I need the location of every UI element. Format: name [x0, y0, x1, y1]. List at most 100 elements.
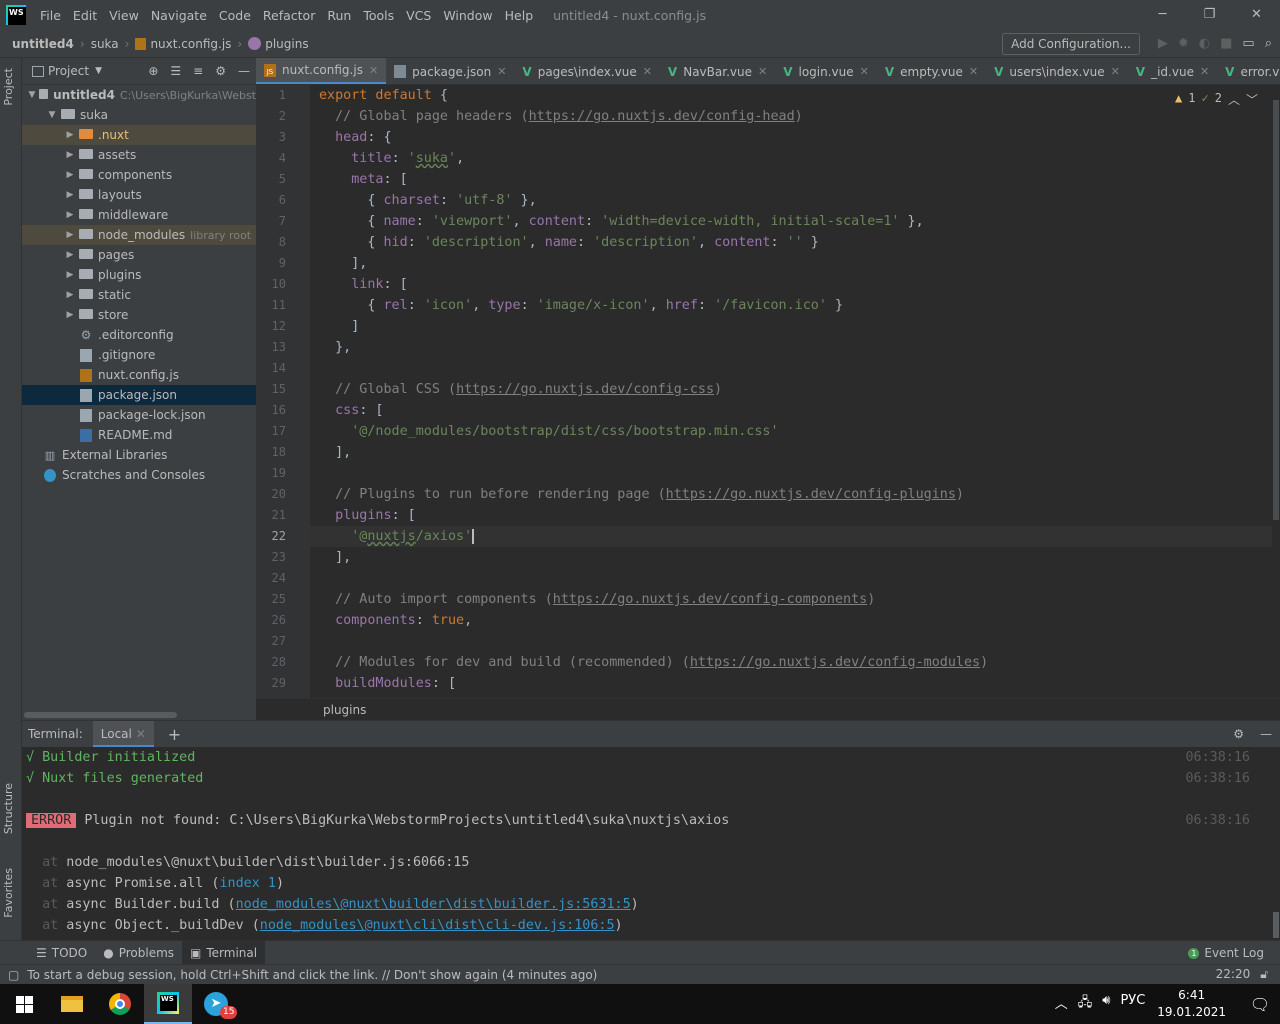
inspection-widget[interactable]: ▲ 1 ✓ 2 ︿ ﹀ [1175, 91, 1258, 108]
close-icon[interactable]: ✕ [1111, 65, 1120, 78]
status-toggle-icon[interactable]: ▢ [8, 968, 19, 982]
tree-item[interactable]: ▶ node_modules library root [22, 225, 256, 245]
close-icon[interactable]: ✕ [969, 65, 978, 78]
tree-item[interactable]: ▶ components [22, 165, 256, 185]
menu-code[interactable]: Code [213, 8, 257, 23]
gear-icon[interactable]: ⚙ [215, 64, 226, 78]
close-icon[interactable]: ✕ [1200, 65, 1209, 78]
structure-tool-tab[interactable]: Structure [2, 783, 15, 834]
lock-icon[interactable]: 🔓︎ [1260, 967, 1268, 982]
tree-item[interactable]: Scratches and Consoles [22, 465, 256, 485]
tree-item[interactable]: ▶ middleware [22, 205, 256, 225]
crumb-folder[interactable]: suka [91, 37, 119, 51]
locate-icon[interactable]: ⊕ [148, 64, 158, 78]
notifications-icon[interactable]: 🗨︎ [1240, 995, 1280, 1014]
favorites-tool-tab[interactable]: Favorites [2, 868, 15, 918]
tree-item[interactable]: package.json [22, 385, 256, 405]
hide-icon[interactable]: — [1260, 727, 1272, 741]
collapse-all-icon[interactable]: ≡ [193, 64, 203, 78]
editor-tab[interactable]: Verror.vue✕ [1217, 58, 1280, 84]
todo-tool-button[interactable]: ☰ TODO [28, 941, 95, 965]
crumb-project[interactable]: untitled4 [12, 37, 74, 51]
menu-refactor[interactable]: Refactor [257, 8, 321, 23]
stop-icon[interactable]: ■ [1220, 36, 1232, 51]
tree-item[interactable]: ▶ layouts [22, 185, 256, 205]
tree-item[interactable]: ▼ suka [22, 105, 256, 125]
crumb-file[interactable]: nuxt.config.js [150, 37, 231, 51]
close-icon[interactable]: ✕ [136, 727, 146, 741]
tree-item[interactable]: ▶ store [22, 305, 256, 325]
taskbar-explorer[interactable] [48, 984, 96, 1024]
editor-tab[interactable]: V _id.vue ✕ [1128, 58, 1217, 84]
coverage-icon[interactable]: ◐ [1199, 36, 1210, 51]
editor-tab[interactable]: JS nuxt.config.js ✕ [256, 58, 387, 84]
chevron-right-icon[interactable]: ▶ [64, 210, 76, 220]
tree-item[interactable]: ▶ pages [22, 245, 256, 265]
tree-item[interactable]: nuxt.config.js [22, 365, 256, 385]
search-icon[interactable]: ⌕ [1265, 36, 1272, 51]
close-button[interactable]: ✕ [1233, 0, 1280, 30]
terminal-output[interactable]: √ Builder initialized 06:38:16 √ Nuxt fil… [22, 747, 1272, 940]
chevron-right-icon[interactable]: ▶ [64, 170, 76, 180]
editor-tab[interactable]: Vusers\index.vue ✕ [986, 58, 1128, 84]
network-icon[interactable]: 🖧︎ [1078, 993, 1093, 1015]
chevron-right-icon[interactable]: ▶ [64, 150, 76, 160]
close-icon[interactable]: ✕ [497, 65, 506, 78]
tree-item[interactable]: ▶ assets [22, 145, 256, 165]
project-tool-tab[interactable]: Project [2, 68, 15, 106]
chevron-right-icon[interactable]: ▶ [64, 270, 76, 280]
chevron-right-icon[interactable]: ▶ [64, 250, 76, 260]
volume-icon[interactable]: 🔊︎ [1102, 993, 1110, 1015]
chevron-right-icon[interactable]: ▶ [64, 190, 76, 200]
terminal-tool-button[interactable]: ▣ Terminal [182, 940, 266, 965]
tree-item[interactable]: README.md [22, 425, 256, 445]
tree-item[interactable]: ▶ .nuxt [22, 125, 256, 145]
chevron-right-icon[interactable]: ▶ [64, 310, 76, 320]
clock[interactable]: 6:41 19.01.2021 [1157, 987, 1226, 1021]
menu-tools[interactable]: Tools [357, 8, 400, 23]
chevron-up-icon[interactable]: ︿ [1055, 993, 1068, 1015]
tree-item[interactable]: ⚙ .editorconfig [22, 325, 256, 345]
chevron-right-icon[interactable]: ▶ [64, 130, 76, 140]
minimize-button[interactable]: ─ [1139, 0, 1186, 30]
chevron-right-icon[interactable]: ▶ [64, 290, 76, 300]
run-icon[interactable]: ▶ [1158, 36, 1168, 51]
menu-edit[interactable]: Edit [67, 8, 103, 23]
editor-tab[interactable]: Vlogin.vue ✕ [775, 58, 877, 84]
chevron-up-icon[interactable]: ︿ [1228, 91, 1240, 108]
tree-item[interactable]: package-lock.json [22, 405, 256, 425]
editor-tab[interactable]: V NavBar.vue ✕ [660, 58, 775, 84]
tree-item[interactable]: .gitignore [22, 345, 256, 365]
tree-item[interactable]: ▼ untitled4 C:\Users\BigKurka\Webst [22, 85, 256, 105]
expand-all-icon[interactable]: ☰ [170, 64, 181, 78]
problems-tool-button[interactable]: ● Problems [95, 941, 182, 965]
start-button[interactable] [0, 984, 48, 1024]
tree-item[interactable]: ▶ plugins [22, 265, 256, 285]
stack-line[interactable]: at async Builder.build (node_modules\@nu… [22, 894, 1272, 915]
chevron-right-icon[interactable]: ▶ [64, 230, 76, 240]
menu-view[interactable]: View [103, 8, 145, 23]
menu-navigate[interactable]: Navigate [145, 8, 213, 23]
editor-tab[interactable]: Vpages\index.vue ✕ [514, 58, 660, 84]
tree-item[interactable]: ▥ External Libraries [22, 445, 256, 465]
editor-tab[interactable]: package.json ✕ [386, 58, 514, 84]
status-message[interactable]: To start a debug session, hold Ctrl+Shif… [27, 968, 597, 982]
hide-icon[interactable]: — [238, 64, 250, 78]
new-terminal-button[interactable]: + [168, 725, 181, 744]
chevron-down-icon[interactable]: ﹀ [1246, 91, 1258, 108]
event-log-button[interactable]: 1 Event Log [1188, 941, 1264, 965]
close-icon[interactable]: ✕ [643, 65, 652, 78]
taskbar-chrome[interactable] [96, 984, 144, 1024]
menu-vcs[interactable]: VCS [400, 8, 437, 23]
chevron-down-icon[interactable]: ▼ [95, 66, 102, 76]
menu-run[interactable]: Run [321, 8, 357, 23]
project-structure-icon[interactable]: ▭ [1242, 36, 1254, 51]
taskbar-telegram[interactable]: ➤ 15 [192, 984, 240, 1024]
taskbar-webstorm[interactable] [144, 984, 192, 1024]
editor-scroll-thumb[interactable] [1273, 100, 1279, 520]
stack-line[interactable]: at async Object._buildDev (node_modules\… [22, 915, 1272, 936]
close-icon[interactable]: ✕ [860, 65, 869, 78]
chevron-down-icon[interactable]: ▼ [46, 110, 58, 120]
add-configuration-button[interactable]: Add Configuration... [1002, 33, 1140, 55]
terminal-tab-local[interactable]: Local ✕ [92, 720, 154, 748]
